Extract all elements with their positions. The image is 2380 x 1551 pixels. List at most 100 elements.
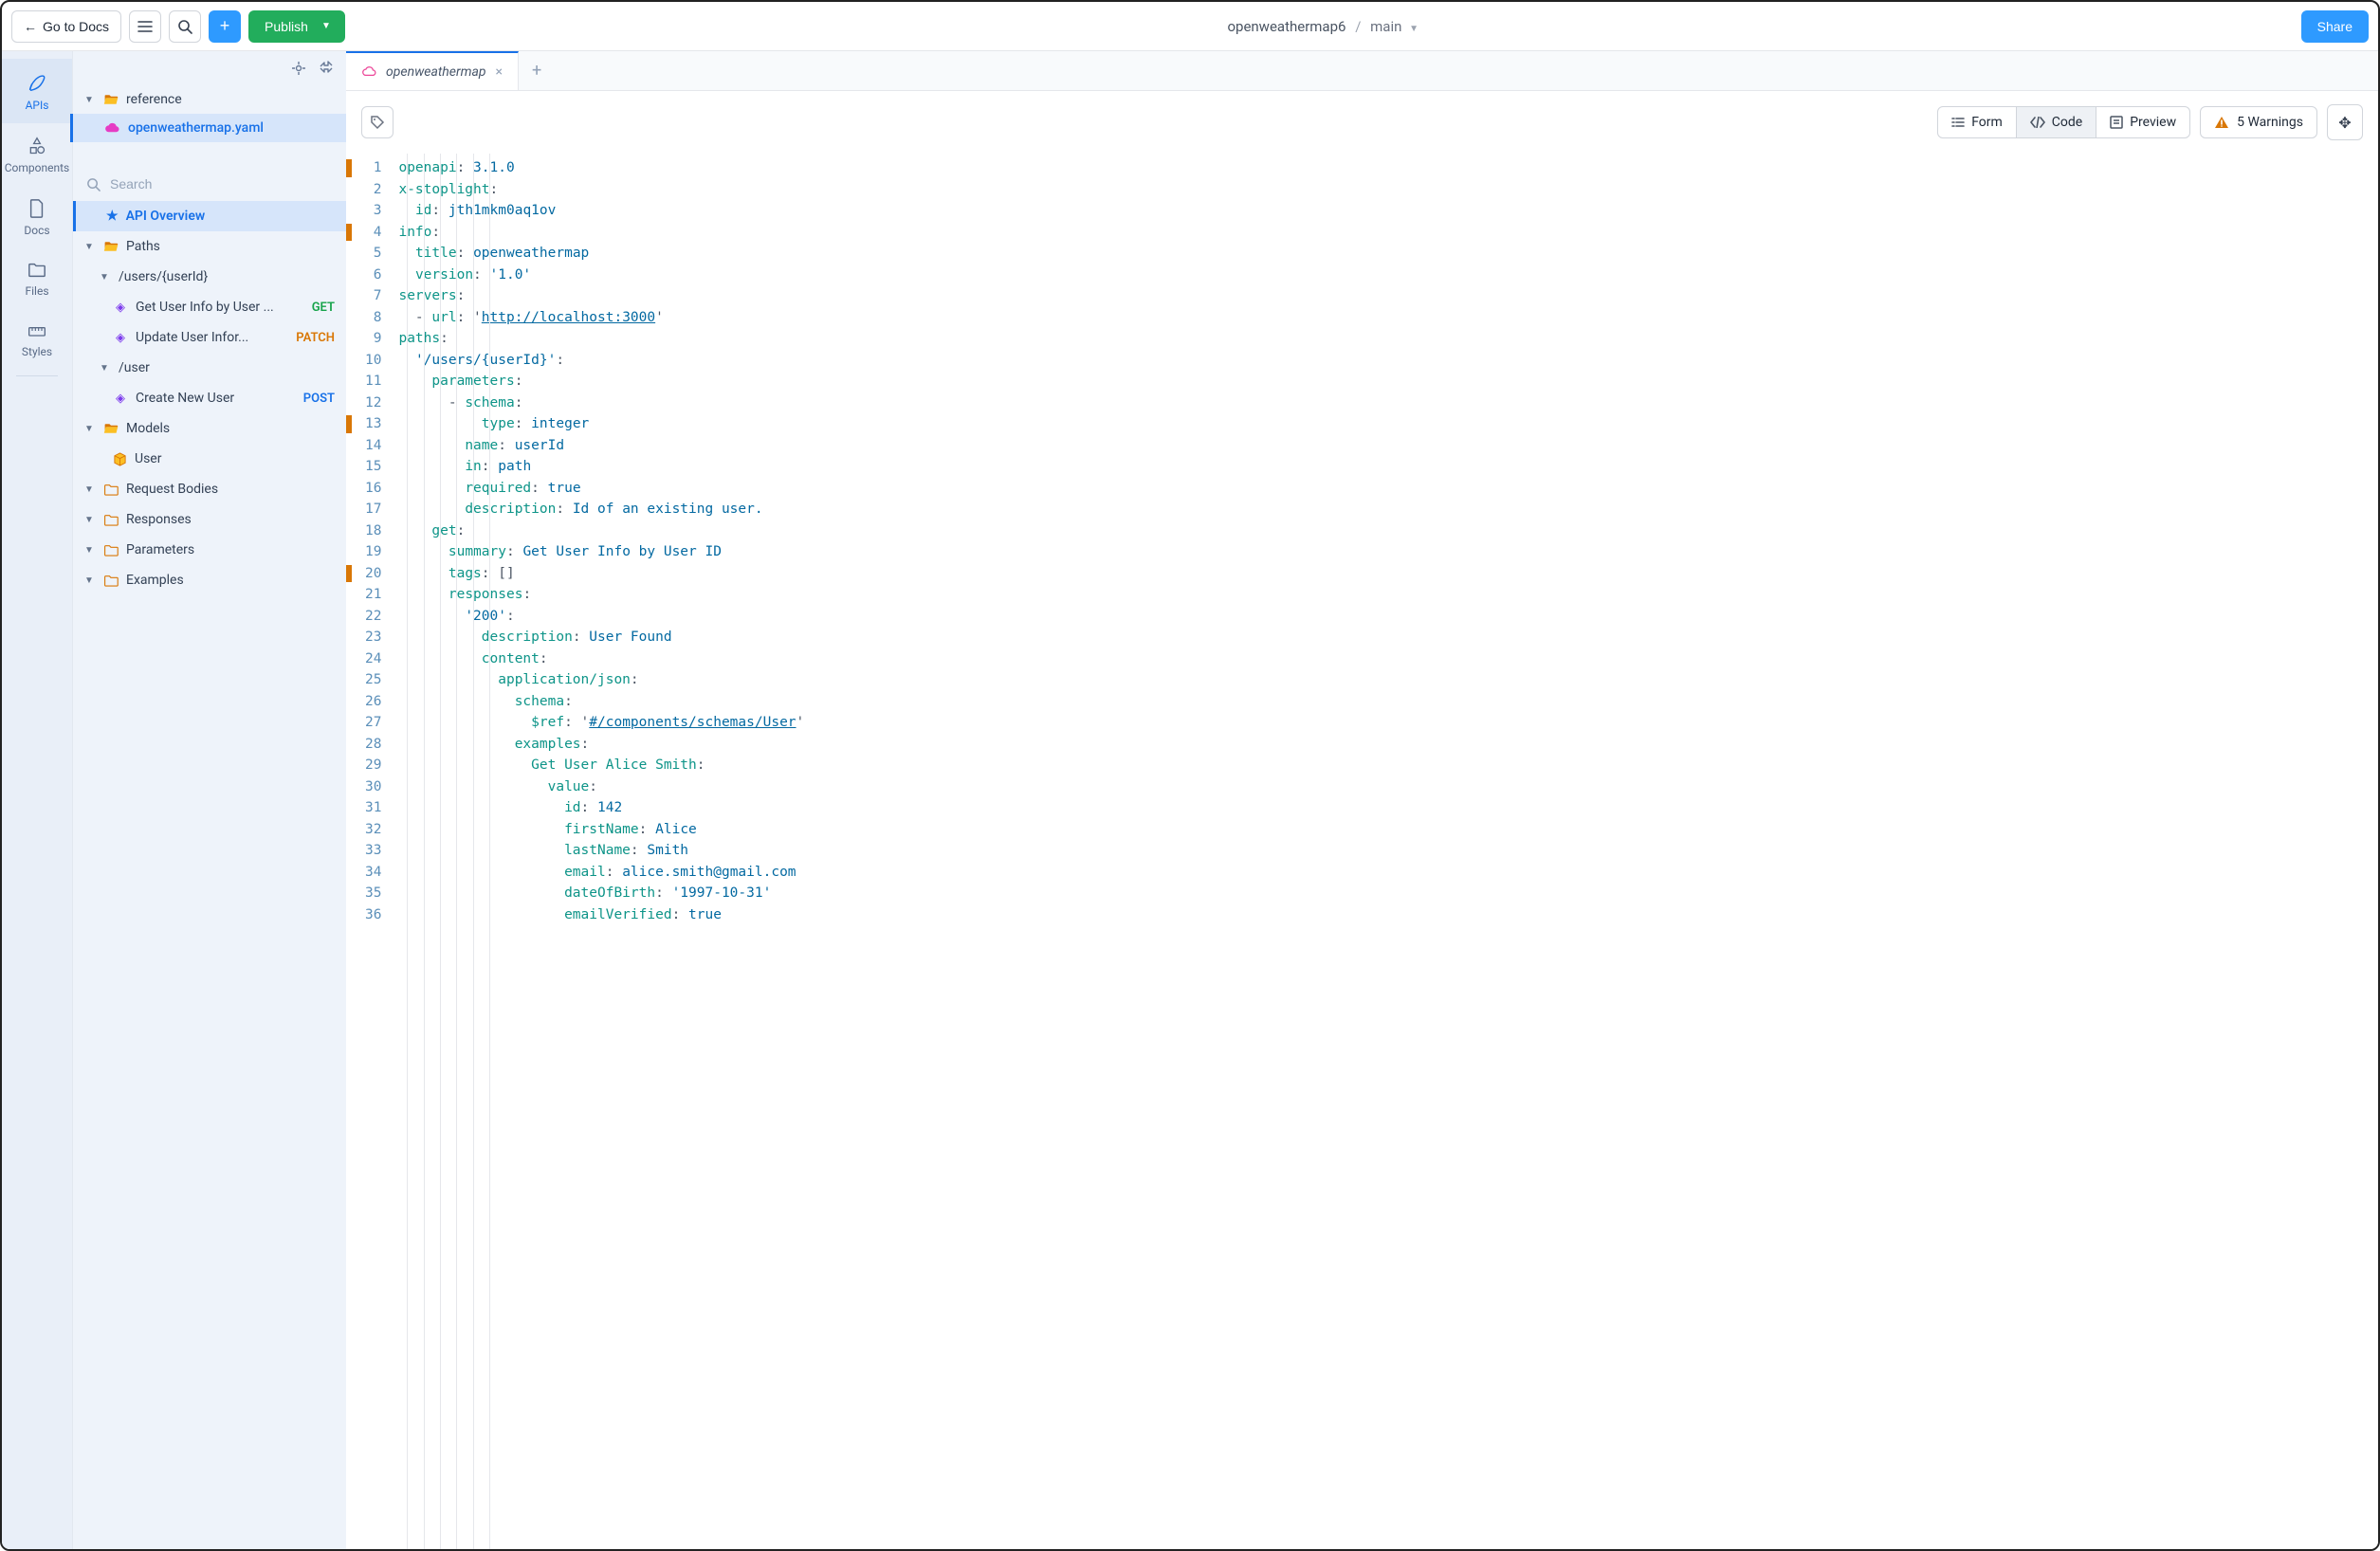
- nav-request-bodies[interactable]: ▼ Request Bodies: [73, 474, 346, 504]
- nav-models[interactable]: ▼ Models: [73, 413, 346, 444]
- chevron-down-icon: ▼: [100, 272, 111, 283]
- folder-open-icon: [103, 93, 119, 106]
- plus-icon: +: [220, 16, 230, 36]
- method-badge: PATCH: [296, 331, 335, 345]
- folder-reference[interactable]: ▼ reference: [73, 85, 346, 114]
- chevron-down-icon: ▼: [321, 21, 331, 31]
- editor-toolbar: Form Code Preview: [346, 91, 2378, 154]
- nav-path-users-id[interactable]: ▼ /users/{userId}: [73, 262, 346, 292]
- chevron-down-icon: ▼: [84, 515, 96, 525]
- chevron-down-icon: ▼: [84, 424, 96, 434]
- folder-icon: [103, 544, 119, 557]
- add-button[interactable]: +: [209, 10, 241, 43]
- folder-icon: [27, 262, 46, 279]
- hamburger-icon: [137, 20, 153, 33]
- tab-openweathermap[interactable]: openweathermap ×: [346, 51, 519, 90]
- code-editor[interactable]: 1234567891011121314151617181920212223242…: [346, 154, 2378, 1549]
- nav-paths[interactable]: ▼ Paths: [73, 231, 346, 262]
- rail-styles[interactable]: Styles: [2, 309, 72, 370]
- sidebar-search[interactable]: [73, 167, 346, 201]
- chevron-down-icon: ▼: [84, 95, 96, 105]
- folder-open-icon: [103, 240, 119, 253]
- operation-icon: ◈: [113, 331, 128, 345]
- search-icon: [86, 177, 101, 192]
- publish-button[interactable]: Publish ▼: [248, 10, 345, 43]
- code-icon: [2030, 117, 2045, 128]
- chevron-down-icon: ▼: [84, 242, 96, 252]
- operation-icon: ◈: [113, 301, 128, 315]
- nav-rail: APIs Components Docs Files: [2, 51, 73, 1549]
- back-label: Go to Docs: [43, 19, 109, 34]
- tag-icon: [370, 115, 385, 130]
- rail-docs[interactable]: Docs: [2, 186, 72, 248]
- tag-button[interactable]: [361, 106, 394, 138]
- cloud-icon: [103, 122, 120, 134]
- ruler-icon: [27, 322, 46, 339]
- nav-responses[interactable]: ▼ Responses: [73, 504, 346, 535]
- view-preview-button[interactable]: Preview: [2096, 107, 2189, 137]
- folder-open-icon: [103, 422, 119, 435]
- nav-path-user[interactable]: ▼ /user: [73, 353, 346, 383]
- book-icon: [2110, 116, 2123, 129]
- nav-model-user[interactable]: User: [73, 444, 346, 474]
- publish-label: Publish: [265, 19, 308, 34]
- chevron-down-icon: ▼: [1409, 24, 1419, 34]
- editor-tabs: openweathermap × +: [346, 51, 2378, 91]
- chevron-down-icon: ▼: [100, 363, 111, 374]
- warning-icon: [2214, 116, 2229, 129]
- menu-button[interactable]: [129, 10, 161, 43]
- api-nav: ★ API Overview ▼ Paths ▼ /users/{userId}…: [73, 201, 346, 1549]
- rail-files[interactable]: Files: [2, 248, 72, 309]
- line-gutter: 1234567891011121314151617181920212223242…: [346, 154, 393, 1549]
- method-badge: GET: [312, 301, 335, 315]
- topbar: ← Go to Docs + Publish ▼ openweathermap6…: [2, 2, 2378, 51]
- project-name: openweathermap6: [1227, 18, 1346, 35]
- nav-op-update-user[interactable]: ◈ Update User Infor... PATCH: [73, 322, 346, 353]
- operation-icon: ◈: [113, 392, 128, 406]
- pen-icon: [27, 72, 47, 93]
- code-content[interactable]: openapi: 3.1.0x-stoplight: id: jth1mkm0a…: [393, 154, 804, 1549]
- search-icon: [177, 19, 192, 34]
- share-label: Share: [2317, 19, 2353, 34]
- nav-parameters[interactable]: ▼ Parameters: [73, 535, 346, 565]
- close-icon[interactable]: ×: [496, 64, 503, 80]
- shapes-icon: [27, 137, 46, 155]
- target-icon[interactable]: [291, 61, 306, 76]
- branch-name: main: [1370, 18, 1401, 35]
- sidebar: ▼ reference openweathermap.yaml: [73, 51, 346, 1549]
- share-button[interactable]: Share: [2301, 10, 2369, 43]
- star-icon: ★: [106, 209, 119, 224]
- nav-examples[interactable]: ▼ Examples: [73, 565, 346, 595]
- rail-apis[interactable]: APIs: [2, 59, 72, 123]
- folder-icon: [103, 484, 119, 496]
- view-mode-segment: Form Code Preview: [1937, 106, 2190, 138]
- search-input[interactable]: [110, 176, 333, 192]
- nav-op-create-user[interactable]: ◈ Create New User POST: [73, 383, 346, 413]
- move-icon: ✥: [2338, 114, 2351, 132]
- move-button[interactable]: ✥: [2327, 104, 2363, 140]
- cube-icon: [113, 452, 127, 466]
- method-badge: POST: [303, 392, 335, 406]
- breadcrumb[interactable]: openweathermap6 / main ▼: [353, 18, 2294, 35]
- api-overview[interactable]: ★ API Overview: [73, 201, 346, 231]
- folder-icon: [103, 514, 119, 526]
- collapse-icon[interactable]: [320, 61, 333, 76]
- search-button[interactable]: [169, 10, 201, 43]
- back-button[interactable]: ← Go to Docs: [11, 10, 121, 43]
- add-tab-button[interactable]: +: [519, 61, 555, 81]
- arrow-left-icon: ←: [24, 19, 37, 34]
- list-icon: [1951, 117, 1965, 128]
- file-icon: [28, 199, 46, 218]
- cloud-icon: [361, 66, 376, 77]
- chevron-down-icon: ▼: [84, 545, 96, 556]
- file-openweathermap[interactable]: openweathermap.yaml: [70, 114, 346, 142]
- chevron-down-icon: ▼: [84, 484, 96, 495]
- file-tree: ▼ reference openweathermap.yaml: [73, 85, 346, 167]
- view-code-button[interactable]: Code: [2017, 107, 2096, 137]
- rail-components[interactable]: Components: [2, 123, 72, 186]
- nav-op-get-user[interactable]: ◈ Get User Info by User ... GET: [73, 292, 346, 322]
- folder-icon: [103, 575, 119, 587]
- view-form-button[interactable]: Form: [1938, 107, 2017, 137]
- editor-panel: openweathermap × +: [346, 51, 2378, 1549]
- warnings-button[interactable]: 5 Warnings: [2200, 106, 2317, 138]
